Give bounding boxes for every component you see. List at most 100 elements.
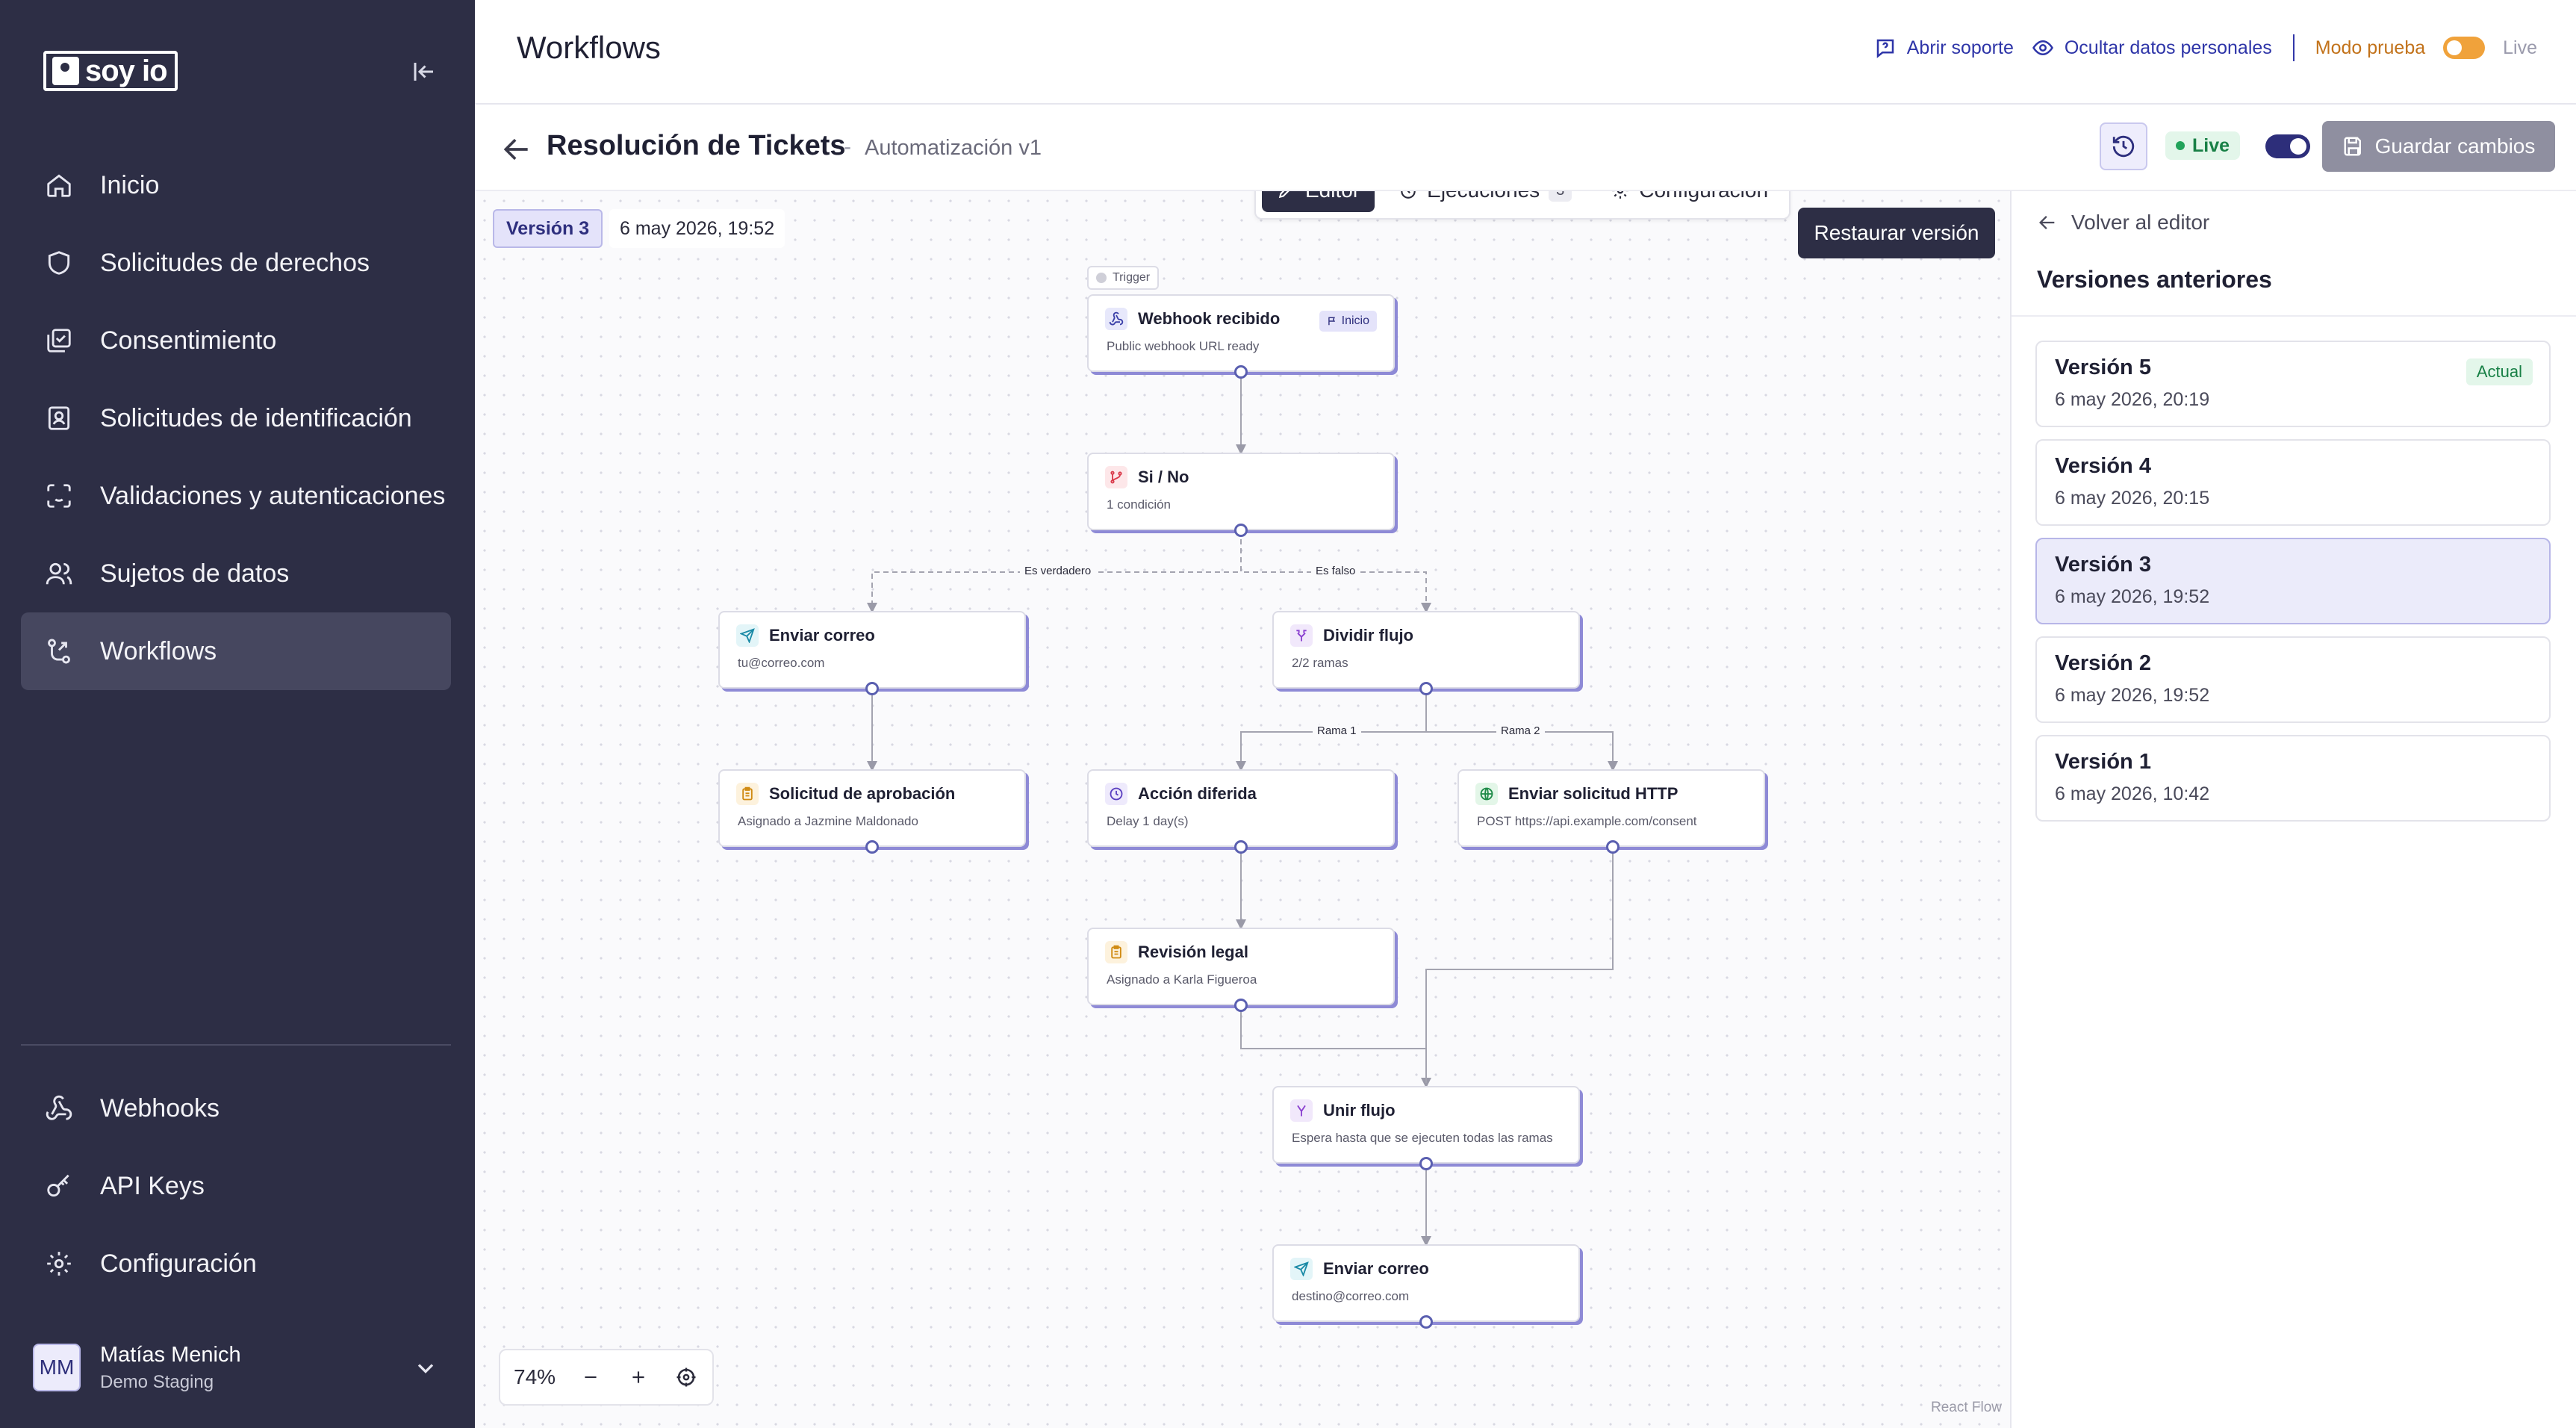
node-handle[interactable] bbox=[1234, 365, 1248, 379]
back-arrow-icon[interactable] bbox=[500, 133, 533, 166]
workflow-title: Resolución de Tickets bbox=[547, 130, 846, 161]
workflow-canvas[interactable]: Es verdadero Es falso Rama 1 Rama 2 Vers… bbox=[475, 191, 2010, 1428]
node-title: Enviar solicitud HTTP bbox=[1508, 784, 1679, 803]
version-history-button[interactable] bbox=[2100, 122, 2147, 170]
sidebar-item-workflows[interactable]: Workflows bbox=[21, 612, 451, 690]
zoom-out-button[interactable] bbox=[578, 1365, 603, 1390]
tab-label: Configuración bbox=[1639, 191, 1768, 202]
node-handle[interactable] bbox=[1234, 840, 1248, 854]
node-handle[interactable] bbox=[1234, 999, 1248, 1012]
help-icon bbox=[1876, 39, 1894, 58]
node-title: Webhook recibido bbox=[1138, 309, 1281, 328]
version-card[interactable]: Versión 4 6 may 2026, 20:15 bbox=[2035, 439, 2551, 526]
hide-personal-data-button[interactable]: Ocultar datos personales bbox=[2032, 37, 2272, 59]
collapse-sidebar-button[interactable] bbox=[409, 57, 439, 87]
node-approval-request[interactable]: Solicitud de aprobación Asignado a Jazmi… bbox=[718, 769, 1026, 847]
workflow-header: Resolución de Tickets - Automatización v… bbox=[475, 105, 2576, 191]
id-card-icon bbox=[43, 403, 75, 434]
node-join-flow[interactable]: Unir flujo Espera hasta que se ejecuten … bbox=[1272, 1086, 1580, 1164]
user-info: Matías Menich Demo Staging bbox=[100, 1343, 241, 1393]
sidebar-item-consentimiento[interactable]: Consentimiento bbox=[21, 302, 451, 379]
node-send-email-final[interactable]: Enviar correo destino@correo.com bbox=[1272, 1244, 1580, 1322]
user-menu[interactable]: MM Matías Menich Demo Staging bbox=[33, 1340, 451, 1395]
node-condition[interactable]: Si / No 1 condición bbox=[1087, 453, 1395, 530]
version-card[interactable]: Versión 2 6 may 2026, 19:52 bbox=[2035, 636, 2551, 723]
node-handle[interactable] bbox=[865, 682, 879, 695]
sidebar-item-configuracion[interactable]: Configuración bbox=[21, 1225, 451, 1303]
live-badge-label: Live bbox=[2192, 134, 2230, 156]
sidebar-nav: Inicio Solicitudes de derechos Consentim… bbox=[21, 146, 451, 690]
node-delayed-action[interactable]: Acción diferida Delay 1 day(s) bbox=[1087, 769, 1395, 847]
top-header: Workflows Abrir soporte Ocultar datos pe… bbox=[475, 0, 2576, 105]
back-to-editor-button[interactable]: Volver al editor bbox=[2037, 211, 2209, 235]
version-card[interactable]: Versión 5 6 may 2026, 20:19 Actual bbox=[2035, 341, 2551, 427]
react-flow-attribution[interactable]: React Flow bbox=[1931, 1400, 2002, 1416]
restore-version-button[interactable]: Restaurar versión bbox=[1798, 208, 1995, 258]
sidebar: soy io Inicio Solicitudes de derechos Co… bbox=[0, 0, 475, 1428]
send-icon bbox=[736, 624, 759, 647]
zoom-in-button[interactable] bbox=[626, 1365, 651, 1390]
sidebar-item-solicitudes-derechos[interactable]: Solicitudes de derechos bbox=[21, 224, 451, 302]
trigger-dot-icon bbox=[1096, 273, 1107, 283]
node-title: Enviar correo bbox=[769, 626, 875, 645]
arrow-left-icon bbox=[2039, 216, 2055, 229]
logo[interactable]: soy io bbox=[43, 51, 178, 91]
node-title: Enviar correo bbox=[1323, 1259, 1429, 1278]
node-subtitle: Delay 1 day(s) bbox=[1107, 814, 1189, 828]
executions-count-badge: 3 bbox=[1549, 191, 1572, 202]
workflow-live-toggle[interactable] bbox=[2265, 134, 2310, 158]
node-title: Revisión legal bbox=[1138, 943, 1248, 961]
node-subtitle: 1 condición bbox=[1107, 497, 1172, 512]
version-name: Versión 1 bbox=[2055, 750, 2151, 774]
node-handle[interactable] bbox=[1419, 1157, 1433, 1170]
flag-icon bbox=[1328, 317, 1335, 326]
sidebar-item-inicio[interactable]: Inicio bbox=[21, 146, 451, 224]
back-to-editor-label: Volver al editor bbox=[2071, 211, 2210, 234]
avatar: MM bbox=[33, 1344, 81, 1391]
node-split-flow[interactable]: Dividir flujo 2/2 ramas bbox=[1272, 611, 1580, 689]
panel-divider bbox=[2012, 315, 2576, 317]
node-handle[interactable] bbox=[1419, 682, 1433, 695]
sidebar-bottom-nav: Webhooks API Keys Configuración bbox=[21, 1070, 451, 1303]
zoom-controls: 74% bbox=[499, 1349, 715, 1406]
node-handle[interactable] bbox=[865, 840, 879, 854]
node-subtitle: 2/2 ramas bbox=[1292, 656, 1348, 670]
tab-configuracion[interactable]: Configuración bbox=[1596, 191, 1783, 212]
sidebar-item-api-keys[interactable]: API Keys bbox=[21, 1147, 451, 1225]
test-mode-toggle[interactable] bbox=[2443, 37, 2486, 59]
collapse-icon bbox=[414, 63, 433, 81]
version-card-selected[interactable]: Versión 3 6 may 2026, 19:52 bbox=[2035, 538, 2551, 624]
merge-icon bbox=[1290, 1099, 1313, 1122]
sidebar-item-sujetos[interactable]: Sujetos de datos bbox=[21, 535, 451, 612]
support-link[interactable]: Abrir soporte bbox=[1874, 37, 2014, 59]
sidebar-item-label: Sujetos de datos bbox=[100, 559, 290, 588]
node-subtitle: Espera hasta que se ejecuten todas las r… bbox=[1292, 1131, 1553, 1145]
node-send-email[interactable]: Enviar correo tu@correo.com bbox=[718, 611, 1026, 689]
node-webhook[interactable]: Webhook recibido Public webhook URL read… bbox=[1087, 294, 1395, 372]
sidebar-item-validaciones[interactable]: Validaciones y autenticaciones bbox=[21, 457, 451, 535]
page-title: Workflows bbox=[517, 30, 661, 65]
user-name: Matías Menich bbox=[100, 1342, 241, 1367]
sidebar-item-webhooks[interactable]: Webhooks bbox=[21, 1070, 451, 1147]
node-handle[interactable] bbox=[1419, 1315, 1433, 1329]
tab-ejecuciones[interactable]: Ejecuciones 3 bbox=[1384, 191, 1587, 212]
sidebar-item-solicitudes-identificacion[interactable]: Solicitudes de identificación bbox=[21, 379, 451, 457]
start-tag-label: Inicio bbox=[1341, 314, 1369, 327]
chevron-down-icon[interactable] bbox=[412, 1355, 439, 1382]
node-handle[interactable] bbox=[1234, 524, 1248, 537]
editor-tabs: Editor Ejecuciones 3 Configuración bbox=[1254, 191, 1791, 220]
node-http-request[interactable]: Enviar solicitud HTTP POST https://api.e… bbox=[1457, 769, 1765, 847]
support-label: Abrir soporte bbox=[1906, 37, 2014, 58]
node-title: Acción diferida bbox=[1138, 784, 1257, 803]
node-handle[interactable] bbox=[1606, 840, 1620, 854]
send-icon bbox=[1290, 1258, 1313, 1280]
node-legal-review[interactable]: Revisión legal Asignado a Karla Figueroa bbox=[1087, 928, 1395, 1005]
timer-icon bbox=[1401, 191, 1416, 199]
save-button[interactable]: Guardar cambios bbox=[2322, 121, 2555, 172]
sidebar-item-label: Validaciones y autenticaciones bbox=[100, 481, 446, 510]
tab-editor[interactable]: Editor bbox=[1262, 191, 1375, 212]
fit-view-button[interactable] bbox=[673, 1365, 699, 1390]
face-scan-icon bbox=[43, 480, 75, 512]
version-card[interactable]: Versión 1 6 may 2026, 10:42 bbox=[2035, 735, 2551, 822]
version-name: Versión 2 bbox=[2055, 651, 2151, 675]
